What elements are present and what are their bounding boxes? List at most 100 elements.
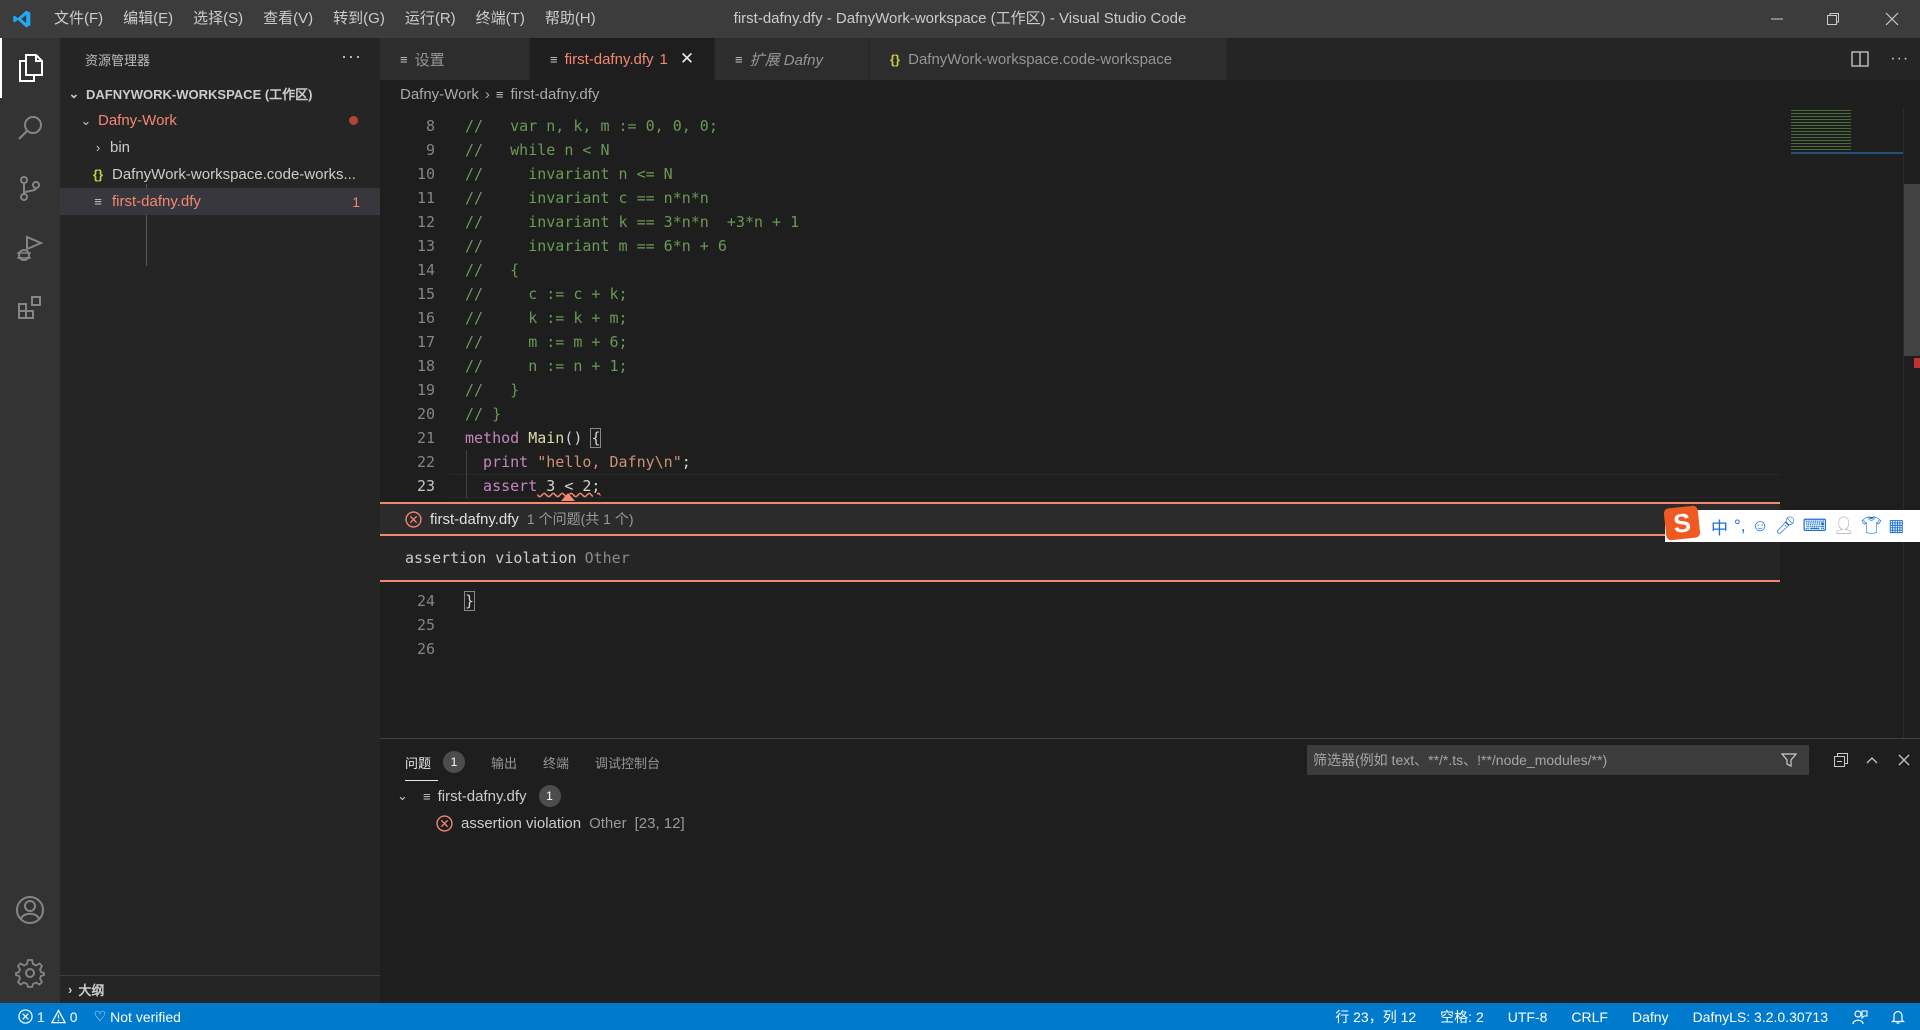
language-server-version[interactable]: DafnyLS: 3.2.0.30713 xyxy=(1681,1003,1840,1030)
search-activity[interactable] xyxy=(0,98,60,158)
encoding[interactable]: UTF-8 xyxy=(1496,1003,1560,1030)
tab-settings[interactable]: ≡ 设置 xyxy=(380,38,530,80)
verification-status[interactable]: ♡ Not verified xyxy=(86,1003,189,1030)
tree-item-bin[interactable]: › bin xyxy=(60,134,380,161)
folder-dafny-work[interactable]: ⌄ Dafny-Work xyxy=(60,107,380,134)
close-tab-button[interactable]: ✕ xyxy=(680,49,694,69)
cursor-position[interactable]: 行 23，列 12 xyxy=(1323,1003,1428,1030)
panel-tab-debug-console[interactable]: 调试控制台 xyxy=(595,747,660,777)
menu-edit[interactable]: 编辑(E) xyxy=(113,0,183,38)
breadcrumb-file[interactable]: first-dafny.dfy xyxy=(511,86,600,103)
menu-help[interactable]: 帮助(H) xyxy=(535,0,606,38)
filter-icon[interactable] xyxy=(1781,752,1797,768)
indentation[interactable]: 空格: 2 xyxy=(1428,1003,1496,1030)
feedback-button[interactable] xyxy=(1840,1003,1880,1030)
workspace-root[interactable]: ⌄ DAFNYWORK-WORKSPACE (工作区) xyxy=(60,80,380,107)
problems-status[interactable]: 1 0 xyxy=(0,1003,86,1030)
filter-placeholder: 筛选器(例如 text、**/*.ts、!**/node_modules/**) xyxy=(1313,752,1608,768)
line-number: 9 xyxy=(425,141,435,159)
minimize-icon xyxy=(1771,18,1783,20)
code-line: assert 3 < 2; xyxy=(465,474,600,498)
keyboard-icon[interactable]: ⌨ xyxy=(1802,516,1827,536)
line-number: 10 xyxy=(416,165,435,183)
user-icon[interactable]: 👤︎ xyxy=(1833,516,1855,536)
problem-count: 1 xyxy=(352,193,360,210)
problems-filter-input[interactable]: 筛选器(例如 text、**/*.ts、!**/node_modules/**) xyxy=(1307,745,1809,775)
code-line: // k := k + m; xyxy=(465,309,628,327)
chevron-up-icon[interactable] xyxy=(1864,752,1880,768)
code-line: // m := m + 6; xyxy=(465,333,628,351)
file-lines-icon: ≡ xyxy=(94,194,102,209)
thumbs-down-icon: ♡ xyxy=(93,1008,107,1024)
peek-source: Other xyxy=(584,549,630,567)
source-control-activity[interactable] xyxy=(0,158,60,218)
close-window-button[interactable] xyxy=(1864,0,1920,38)
run-debug-icon xyxy=(17,235,44,261)
extensions-activity[interactable] xyxy=(0,278,60,338)
tab-extension-dafny[interactable]: ≡ 扩展 Dafny xyxy=(715,38,870,80)
tree-item-workspace-file[interactable]: {} DafnyWork-workspace.code-works... xyxy=(60,161,380,188)
minimize-button[interactable] xyxy=(1749,0,1805,38)
menu-view[interactable]: 查看(V) xyxy=(253,0,323,38)
sogou-logo-icon: S xyxy=(1663,505,1701,541)
ime-chinese-mode[interactable]: 中 xyxy=(1711,514,1728,539)
code-editor[interactable]: 8 // var n, k, m := 0, 0, 0; 9 // while … xyxy=(380,108,1780,738)
keyword-token: print xyxy=(465,453,529,471)
explorer-sidebar: 资源管理器 ··· ⌄ DAFNYWORK-WORKSPACE (工作区) ⌄ … xyxy=(60,38,380,1003)
menu-selection[interactable]: 选择(S) xyxy=(183,0,253,38)
menu-go[interactable]: 转到(G) xyxy=(323,0,395,38)
panel-tab-problems[interactable]: 问题 1 xyxy=(405,747,466,781)
split-editor-icon[interactable] xyxy=(1851,51,1869,67)
menu-run[interactable]: 运行(R) xyxy=(395,0,466,38)
code-line: } xyxy=(463,589,476,613)
files-icon xyxy=(19,54,43,82)
accounts-activity[interactable] xyxy=(0,880,60,940)
microphone-icon[interactable]: 🎤︎ xyxy=(1775,516,1797,536)
more-actions-icon[interactable]: ··· xyxy=(1890,50,1909,68)
menu-file[interactable]: 文件(F) xyxy=(44,0,113,38)
menu-bar: 文件(F) 编辑(E) 选择(S) 查看(V) 转到(G) 运行(R) 终端(T… xyxy=(44,0,606,38)
notifications-button[interactable] xyxy=(1880,1003,1920,1030)
problem-row[interactable]: assertion violation Other [23, 12] xyxy=(436,810,685,836)
manage-activity[interactable] xyxy=(0,943,60,1003)
breadcrumb-folder[interactable]: Dafny-Work xyxy=(400,86,479,103)
extensions-icon xyxy=(18,296,41,319)
error-marker xyxy=(1914,358,1920,368)
tab-problem-badge: 1 xyxy=(659,50,668,68)
panel-tab-label: 终端 xyxy=(543,755,570,771)
function-token: Main xyxy=(528,429,565,447)
apps-grid-icon[interactable]: ▦ xyxy=(1888,516,1904,536)
explorer-activity[interactable] xyxy=(0,38,60,98)
tab-first-dafny[interactable]: ≡ first-dafny.dfy 1 ✕ xyxy=(530,38,715,80)
editor-scrollbar[interactable] xyxy=(1903,108,1920,738)
ime-punctuation[interactable]: °, xyxy=(1734,516,1746,536)
tab-workspace-file[interactable]: {} DafnyWork-workspace.code-workspace xyxy=(870,38,1228,80)
ime-toolbar[interactable]: S 中 °, ☺ 🎤︎ ⌨ 👤︎ 👕︎ ▦ xyxy=(1663,505,1920,542)
tab-label: 设置 xyxy=(414,51,445,69)
problems-file-row[interactable]: ⌄ ≡ first-dafny.dfy 1 xyxy=(397,783,561,809)
line-ending[interactable]: CRLF xyxy=(1559,1003,1620,1030)
chevron-down-icon: ⌄ xyxy=(68,85,80,101)
close-panel-icon[interactable] xyxy=(1896,752,1912,768)
punct-token: ; xyxy=(681,453,691,471)
language-mode[interactable]: Dafny xyxy=(1620,1003,1681,1030)
menu-terminal[interactable]: 终端(T) xyxy=(466,0,535,38)
shirt-icon[interactable]: 👕︎ xyxy=(1861,516,1883,536)
code-line: // while n < N xyxy=(465,141,610,159)
panel-tab-label: 调试控制台 xyxy=(595,755,661,771)
peek-body: assertion violation Other xyxy=(380,536,1780,580)
tree-item-first-dafny[interactable]: ≡ first-dafny.dfy 1 xyxy=(60,188,380,215)
feedback-icon xyxy=(1852,1009,1868,1024)
collapse-all-icon[interactable] xyxy=(1833,752,1849,768)
minimap[interactable] xyxy=(1780,108,1905,738)
emoji-icon[interactable]: ☺ xyxy=(1752,516,1769,536)
peek-message: assertion violation xyxy=(405,549,577,567)
run-debug-activity[interactable] xyxy=(0,218,60,278)
restore-button[interactable] xyxy=(1805,0,1861,38)
panel-tab-terminal[interactable]: 终端 xyxy=(543,747,569,777)
more-actions-button[interactable]: ··· xyxy=(341,46,362,67)
outline-label: 大纲 xyxy=(78,983,105,998)
scrollbar-thumb[interactable] xyxy=(1904,184,1920,356)
panel-tab-output[interactable]: 输出 xyxy=(491,747,517,777)
outline-section[interactable]: › 大纲 xyxy=(60,975,380,1003)
